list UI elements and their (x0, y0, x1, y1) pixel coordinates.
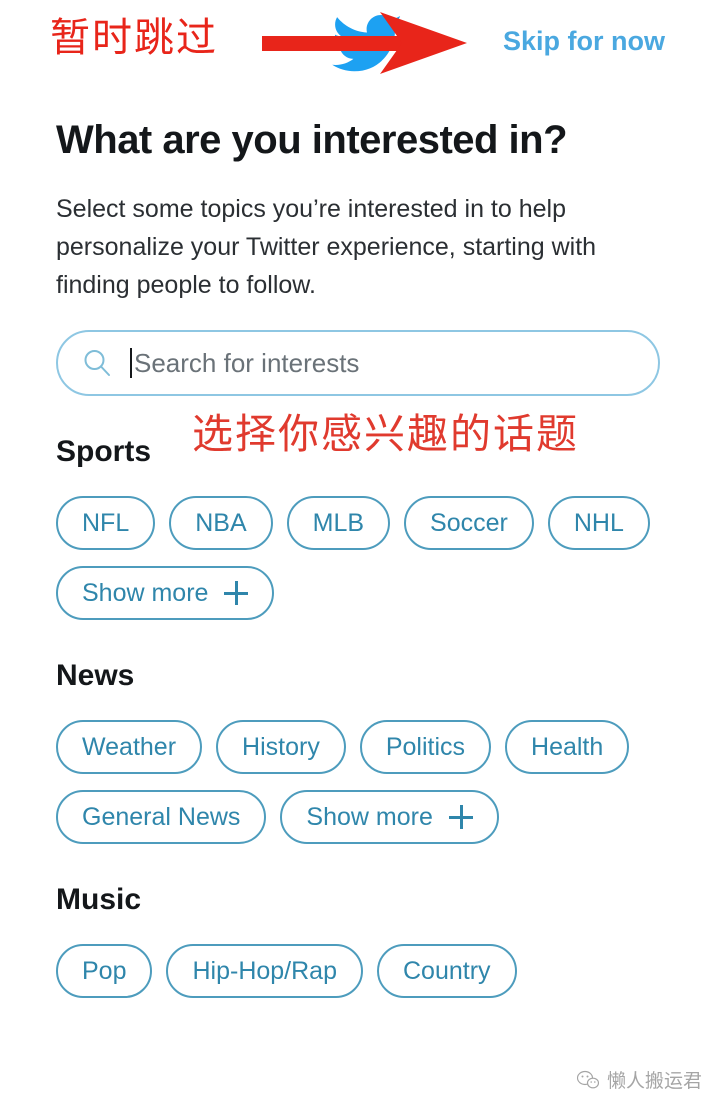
chip-label: NHL (573, 509, 624, 537)
top-bar: 暂时跳过 Skip for now (0, 0, 720, 90)
skip-for-now-link[interactable]: Skip for now (503, 24, 665, 58)
onboarding-screen: 暂时跳过 Skip for now What are you intereste… (0, 0, 720, 1113)
chip-label: Soccer (430, 509, 508, 537)
topic-chip-nhl[interactable]: NHL (547, 496, 650, 550)
chip-label: Show more (306, 803, 433, 831)
chip-group: NFL NBA MLB Soccer NHL Show more (56, 496, 676, 620)
chip-label: General News (82, 803, 241, 831)
chip-label: Hip-Hop/Rap (192, 957, 337, 985)
show-more-chip-news[interactable]: Show more (280, 790, 499, 844)
page-title: What are you interested in? (56, 118, 568, 162)
wechat-icon (576, 1070, 599, 1088)
topic-section-music: Music Pop Hip-Hop/Rap Country (0, 878, 720, 998)
chip-label: MLB (312, 509, 365, 537)
topic-section-sports: Sports 选择你感兴趣的话题 NFL NBA MLB Soccer NHL Show mo… (0, 410, 720, 620)
text-cursor (130, 348, 132, 378)
topic-chip-politics[interactable]: Politics (359, 720, 492, 774)
chip-group: Pop Hip-Hop/Rap Country (56, 944, 676, 998)
topic-chip-nfl[interactable]: NFL (56, 496, 156, 550)
content-area: What are you interested in? Select some … (0, 90, 720, 998)
search-placeholder-text: Search for interests (134, 348, 360, 378)
chip-label: Show more (82, 579, 209, 607)
watermark: 懒人搬运君 (576, 1066, 702, 1093)
chip-label: Pop (82, 957, 127, 985)
plus-icon (224, 581, 249, 605)
chip-label: NBA (195, 509, 247, 537)
chip-label: Country (403, 957, 491, 985)
chip-label: History (242, 733, 320, 761)
chip-label: Weather (82, 733, 177, 761)
topic-chip-mlb[interactable]: MLB (286, 496, 391, 550)
topic-chip-history[interactable]: History (216, 720, 346, 774)
topic-chip-general-news[interactable]: General News (56, 790, 267, 844)
search-icon (84, 350, 110, 376)
section-header: Sports 选择你感兴趣的话题 (56, 410, 720, 474)
topic-chip-weather[interactable]: Weather (56, 720, 203, 774)
page-description: Select some topics you’re interested in … (56, 195, 597, 299)
topic-chip-health[interactable]: Health (505, 720, 630, 774)
watermark-text: 懒人搬运君 (606, 1070, 702, 1092)
chip-label: Politics (385, 733, 466, 761)
topic-sections: Sports 选择你感兴趣的话题 NFL NBA MLB Soccer NHL Show mo… (0, 410, 720, 998)
topic-section-news: News Weather History Politics Health General … (0, 654, 720, 844)
topic-chip-hip-hop-rap[interactable]: Hip-Hop/Rap (166, 944, 363, 998)
annotation-topics-chinese: 选择你感兴趣的话题 (192, 410, 579, 458)
search-interests-field[interactable]: Search for interests (56, 330, 660, 396)
chip-group: Weather History Politics Health General News… (56, 720, 676, 844)
chip-label: Health (531, 733, 604, 761)
section-header: Music (56, 878, 720, 922)
topic-chip-nba[interactable]: NBA (169, 496, 273, 550)
topic-chip-soccer[interactable]: Soccer (404, 496, 534, 550)
topic-chip-country[interactable]: Country (377, 944, 517, 998)
show-more-chip-sports[interactable]: Show more (56, 566, 275, 620)
topic-chip-pop[interactable]: Pop (56, 944, 153, 998)
section-title: Sports (56, 435, 152, 468)
section-title: Music (56, 883, 142, 916)
annotation-skip-chinese: 暂时跳过 (50, 15, 218, 61)
annotation-red-arrow (262, 10, 472, 76)
chip-label: NFL (82, 509, 130, 537)
section-header: News (56, 654, 720, 698)
plus-icon (448, 805, 473, 829)
section-title: News (56, 659, 135, 692)
